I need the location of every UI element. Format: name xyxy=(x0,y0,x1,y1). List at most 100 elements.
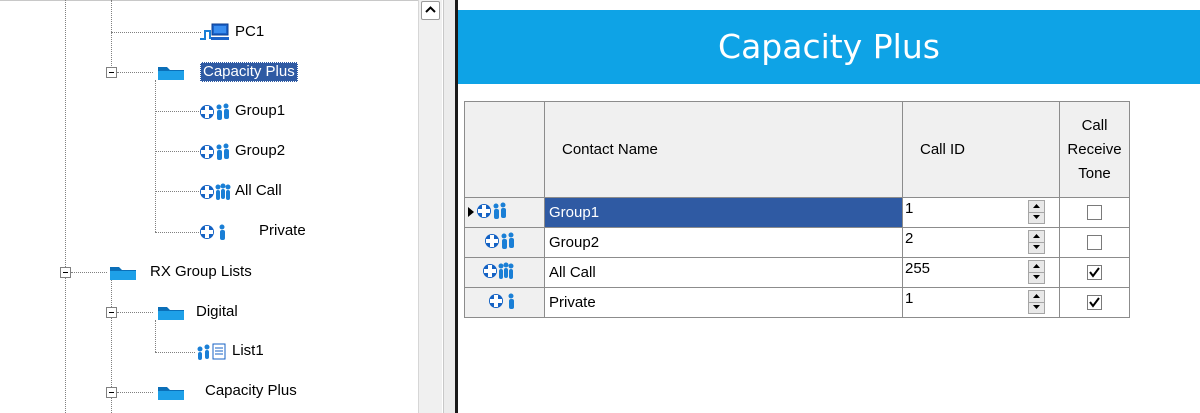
contact-name-cell[interactable]: Group1 xyxy=(544,197,903,228)
collapse-toggle[interactable] xyxy=(106,387,117,398)
receive-tone-cell xyxy=(1059,197,1130,228)
spin-up-icon xyxy=(1033,234,1040,238)
tree-item-label: Capacity Plus xyxy=(200,62,298,82)
tree-item-label: Capacity Plus xyxy=(205,382,297,399)
receive-tone-checkbox[interactable] xyxy=(1087,265,1102,280)
contact-name-cell[interactable]: Private xyxy=(544,287,903,318)
tree-top-border xyxy=(0,0,418,1)
table-row[interactable]: Group1 1 xyxy=(464,197,1130,228)
spin-down-button[interactable] xyxy=(1029,242,1044,253)
spin-down-icon xyxy=(1033,215,1040,219)
current-row-arrow-icon xyxy=(468,207,474,217)
spin-up-icon xyxy=(1033,204,1040,208)
contact-name-cell[interactable]: Group2 xyxy=(544,227,903,258)
row-header[interactable] xyxy=(464,257,545,288)
tree-item-label: PC1 xyxy=(235,23,265,40)
call-id-cell[interactable]: 2 xyxy=(902,227,1060,258)
private-contact-icon xyxy=(200,224,225,240)
call-id-value[interactable]: 2 xyxy=(905,230,913,247)
row-header[interactable] xyxy=(464,287,545,318)
spin-down-button[interactable] xyxy=(1029,302,1044,313)
spin-down-icon xyxy=(1033,245,1040,249)
tree-guide-line xyxy=(117,392,153,393)
call-id-spinner[interactable] xyxy=(1028,260,1045,284)
contact-name-cell[interactable]: All Call xyxy=(544,257,903,288)
group-contact-icon xyxy=(485,232,514,249)
collapse-toggle[interactable] xyxy=(60,267,71,278)
folder-icon xyxy=(158,387,184,400)
column-header-contact-name[interactable]: Contact Name xyxy=(544,101,903,198)
all-call-contact-icon xyxy=(200,183,231,200)
tree-item-label: All Call xyxy=(235,182,282,199)
receive-tone-checkbox[interactable] xyxy=(1087,205,1102,220)
receive-tone-cell xyxy=(1059,227,1130,258)
contacts-grid: Contact Name Call ID Call Receive Tone G… xyxy=(464,101,1130,318)
call-id-cell[interactable]: 1 xyxy=(902,197,1060,228)
column-header-call-id[interactable]: Call ID xyxy=(902,101,1060,198)
row-header[interactable] xyxy=(464,197,545,228)
tree-guide-line xyxy=(155,232,201,233)
receive-tone-cell xyxy=(1059,257,1130,288)
tree-item-label: Digital xyxy=(196,303,238,320)
tree-guide-line xyxy=(155,352,195,353)
folder-icon xyxy=(110,267,136,280)
folder-icon xyxy=(158,67,184,80)
collapse-toggle[interactable] xyxy=(106,67,117,78)
scroll-up-button[interactable] xyxy=(421,1,440,20)
receive-tone-cell xyxy=(1059,287,1130,318)
tree-item-label: Group2 xyxy=(235,142,286,159)
call-id-cell[interactable]: 255 xyxy=(902,257,1060,288)
spin-down-icon xyxy=(1033,305,1040,309)
checkmark-icon xyxy=(1089,267,1100,278)
spin-up-icon xyxy=(1033,294,1040,298)
rx-group-list-icon xyxy=(197,343,226,360)
private-contact-icon xyxy=(489,293,514,309)
folder-icon xyxy=(158,307,184,320)
call-id-spinner[interactable] xyxy=(1028,200,1045,224)
tree-item-label: List1 xyxy=(232,342,264,359)
pc-connection-icon xyxy=(200,23,229,40)
row-header-column xyxy=(464,101,545,198)
call-id-value[interactable]: 1 xyxy=(905,290,913,307)
table-row[interactable]: Group2 2 xyxy=(464,227,1130,258)
spin-down-button[interactable] xyxy=(1029,212,1044,223)
chevron-up-icon xyxy=(425,6,436,13)
tree-guide-line xyxy=(155,191,201,192)
tree-guide-line xyxy=(111,32,201,33)
call-id-value[interactable]: 255 xyxy=(905,260,930,277)
all-call-contact-icon xyxy=(483,262,514,279)
tree-guide-line xyxy=(71,272,107,273)
spin-down-button[interactable] xyxy=(1029,272,1044,283)
tree-guide-line xyxy=(111,0,112,70)
tree-guide-line xyxy=(155,80,156,232)
column-header-call-receive-tone[interactable]: Call Receive Tone xyxy=(1059,101,1130,198)
panel-header: Capacity Plus xyxy=(458,10,1200,84)
group-contact-icon xyxy=(200,103,229,120)
tree-guide-line xyxy=(117,72,153,73)
group-contact-icon xyxy=(477,202,506,219)
tree-guide-line xyxy=(65,0,66,413)
table-row[interactable]: Private 1 xyxy=(464,287,1130,318)
page-title: Capacity Plus xyxy=(718,27,940,66)
tree-item-label: Private xyxy=(259,222,306,239)
call-id-cell[interactable]: 1 xyxy=(902,287,1060,318)
call-id-spinner[interactable] xyxy=(1028,290,1045,314)
call-id-value[interactable]: 1 xyxy=(905,200,913,217)
tree-guide-line xyxy=(155,320,156,352)
receive-tone-checkbox[interactable] xyxy=(1087,235,1102,250)
spin-down-icon xyxy=(1033,275,1040,279)
call-id-spinner[interactable] xyxy=(1028,230,1045,254)
group-contact-icon xyxy=(200,143,229,160)
table-row[interactable]: All Call 255 xyxy=(464,257,1130,288)
tree-scrollbar[interactable] xyxy=(418,0,442,413)
tree-item-label: RX Group Lists xyxy=(150,263,252,280)
spin-up-icon xyxy=(1033,264,1040,268)
header-line: Receive xyxy=(1067,140,1122,158)
tree-item-label: Group1 xyxy=(235,102,286,119)
header-line: Tone xyxy=(1078,164,1111,182)
tree-guide-line xyxy=(155,151,201,152)
receive-tone-checkbox[interactable] xyxy=(1087,295,1102,310)
collapse-toggle[interactable] xyxy=(106,307,117,318)
row-header[interactable] xyxy=(464,227,545,258)
contact-tree: PC1 Capacity Plus Group1 Group2 All Call… xyxy=(0,0,418,413)
